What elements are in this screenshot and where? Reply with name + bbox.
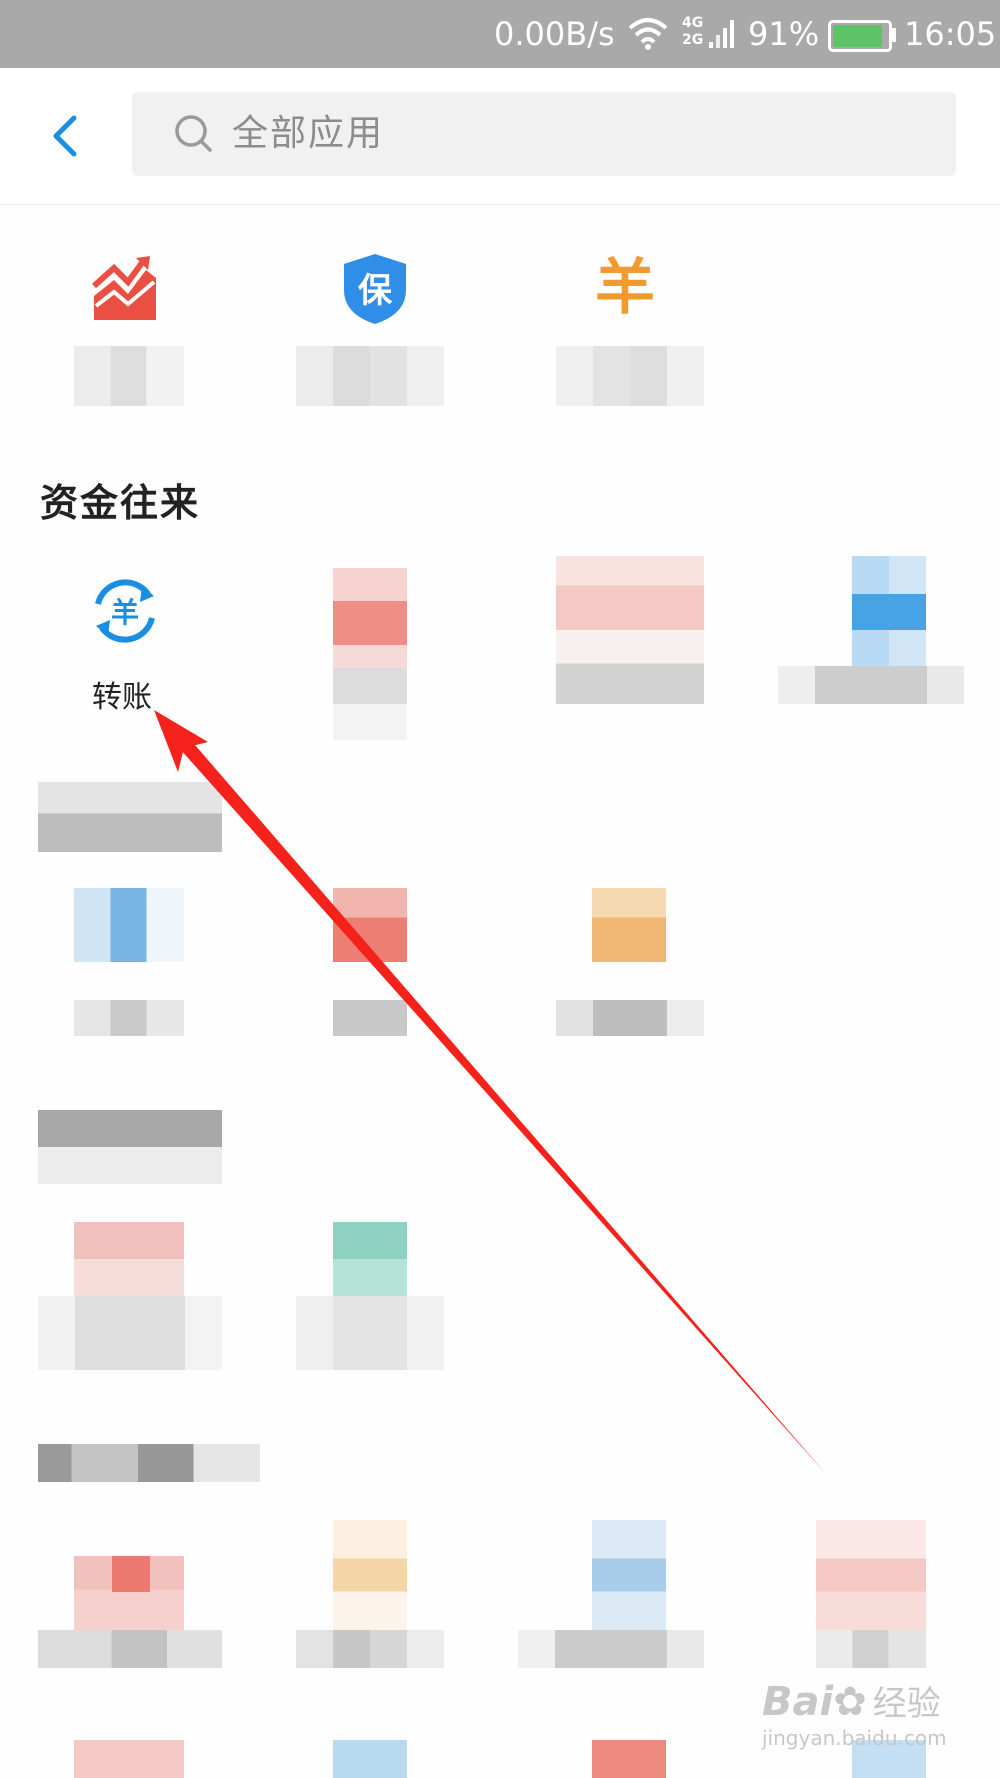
- annotation-arrow: [154, 710, 826, 1474]
- watermark: Bai✿ 经验 jingyan.baidu.com: [762, 1679, 947, 1750]
- paw-icon: ✿: [833, 1679, 867, 1725]
